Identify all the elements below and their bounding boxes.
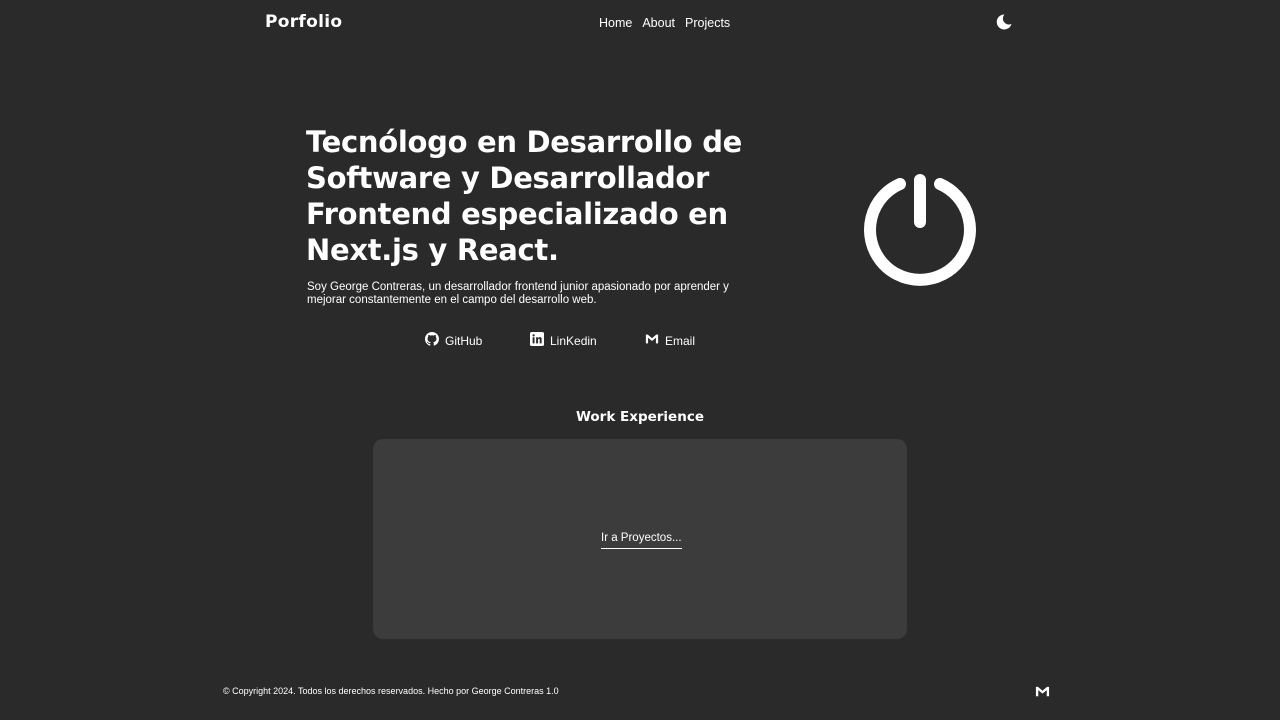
linkedin-label: LinKedin [550,333,597,348]
nav-home[interactable]: Home [599,16,632,30]
footer-copyright: © Copyright 2024. Todos los derechos res… [223,686,559,696]
linkedin-icon [530,332,544,349]
site-logo[interactable]: Porfolio [265,12,342,32]
nav-projects[interactable]: Projects [685,16,730,30]
main-nav: Home About Projects [599,16,730,30]
linkedin-link[interactable]: LinKedin [530,332,597,349]
github-label: GitHub [445,333,483,348]
projects-link[interactable]: Ir a Proyectos... [601,532,682,549]
github-link[interactable]: GitHub [425,332,482,349]
power-icon [861,170,979,288]
gmail-icon[interactable] [1035,684,1050,699]
hero-title: Tecnólogo en Desarrollo de Software y De… [306,125,743,267]
gmail-icon [645,332,659,349]
hero-description: Soy George Contreras, un desarrollador f… [307,281,729,306]
github-icon [425,332,439,349]
work-experience-title: Work Experience [576,409,704,425]
moon-icon[interactable] [995,13,1013,31]
email-link[interactable]: Email [645,332,695,349]
email-label: Email [665,333,696,348]
nav-about[interactable]: About [642,16,675,30]
